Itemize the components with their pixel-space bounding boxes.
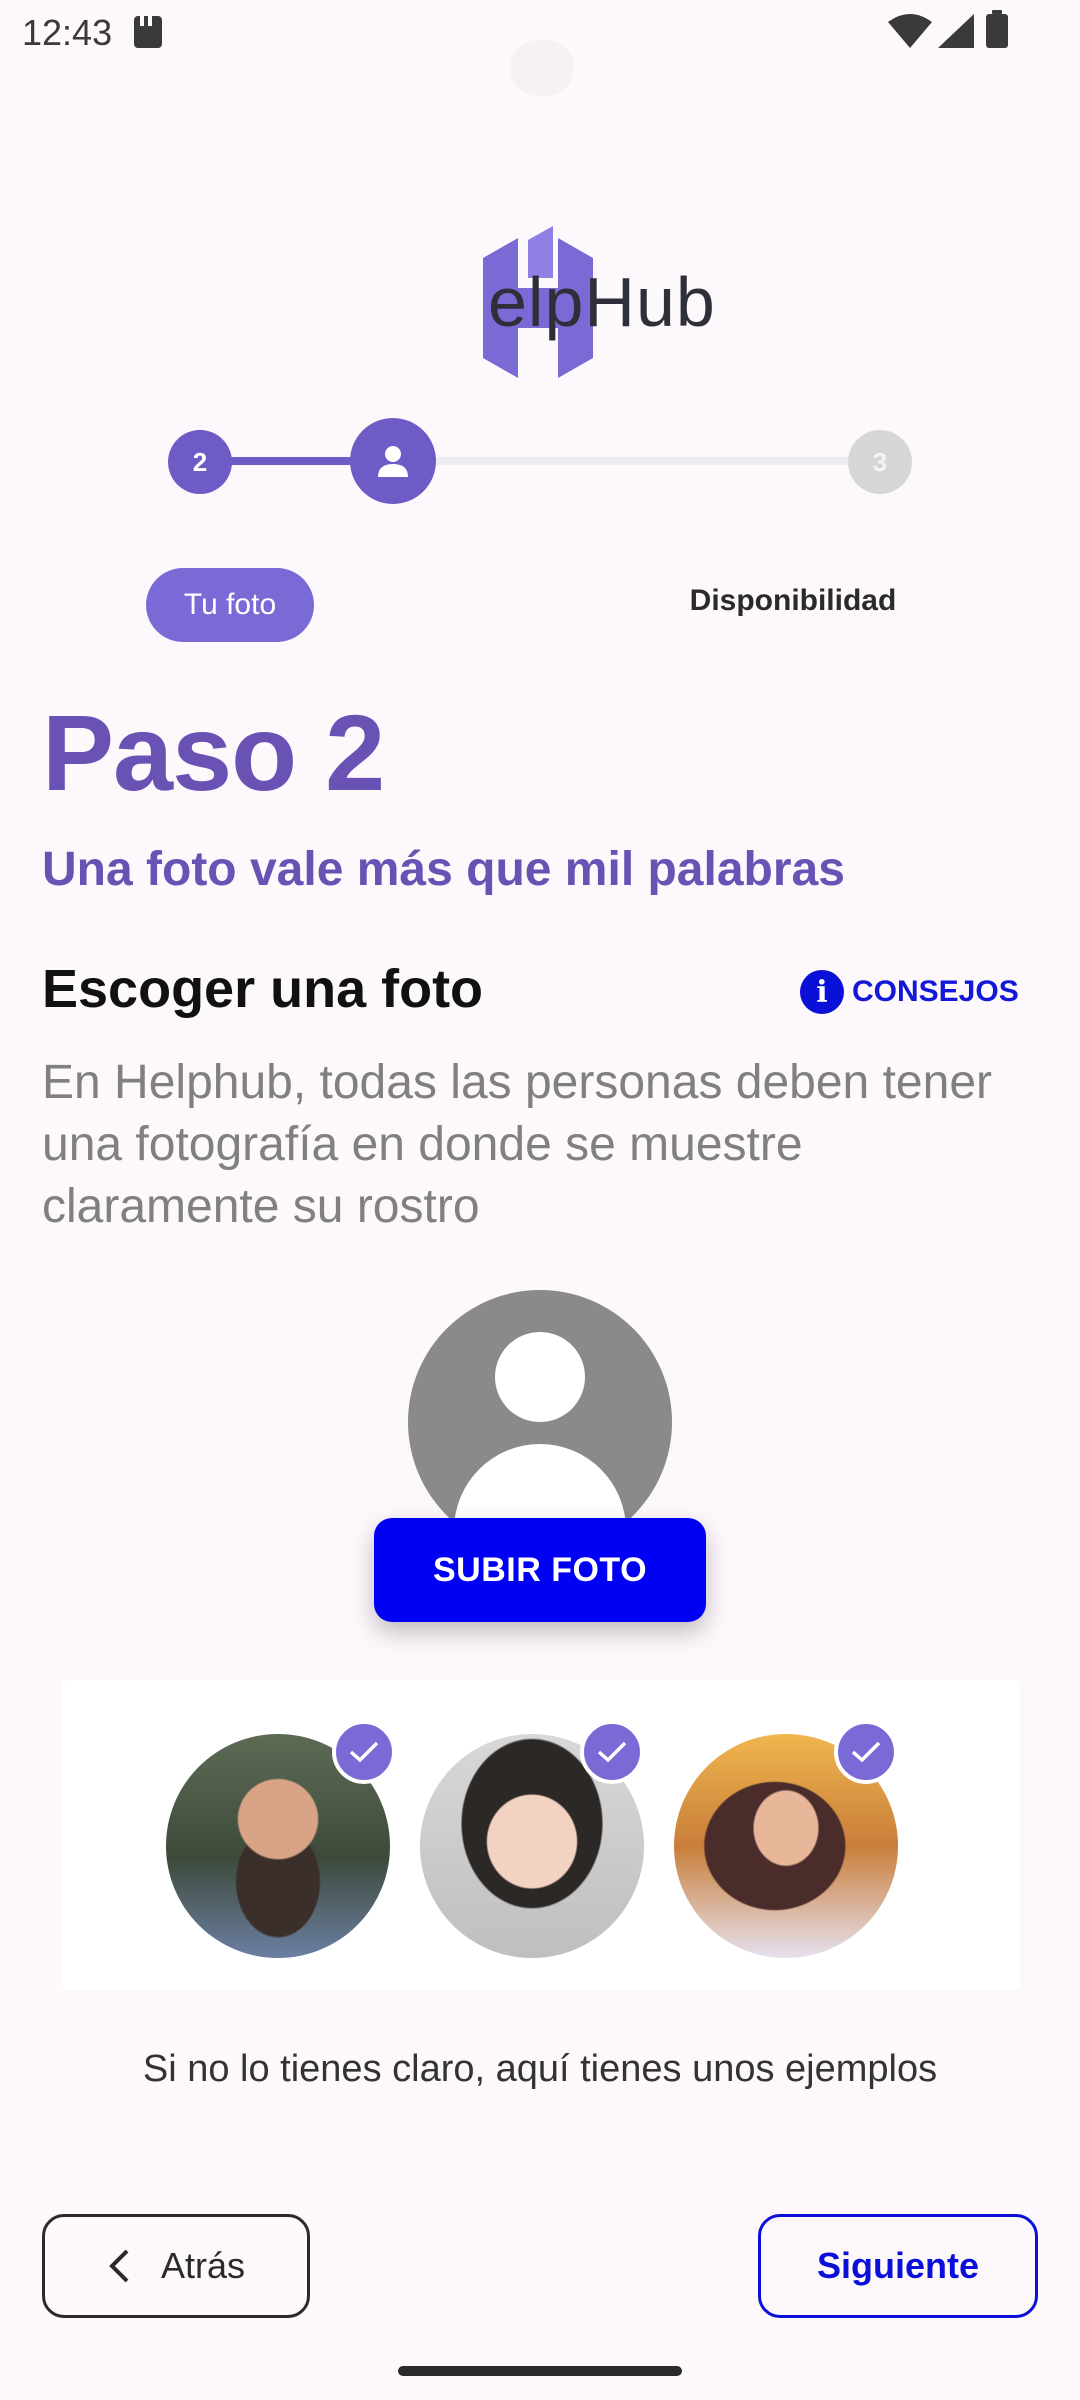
check-icon <box>332 1720 396 1784</box>
examples-caption: Si no lo tienes claro, aquí tienes unos … <box>142 2048 938 2090</box>
sd-card-icon <box>134 16 162 48</box>
signal-icon <box>938 14 974 48</box>
stepper-remaining-line <box>420 457 880 465</box>
person-icon <box>378 446 408 477</box>
description-text: En Helphub, todas las personas deben ten… <box>42 1056 992 1233</box>
chevron-left-icon <box>109 2249 129 2283</box>
info-icon: i <box>800 970 844 1014</box>
home-indicator[interactable] <box>398 2366 682 2376</box>
page-subtitle: Una foto vale más que mil palabras <box>42 843 845 896</box>
battery-icon <box>986 10 1008 48</box>
tips-button[interactable]: i CONSEJOS <box>800 968 1019 1016</box>
upload-photo-button[interactable]: SUBIR FOTO <box>374 1518 706 1622</box>
status-time: 12:43 <box>22 12 113 53</box>
tab-disponibilidad[interactable]: Disponibilidad <box>668 584 918 628</box>
logo-text: elpHub <box>488 263 716 341</box>
page-title: Paso 2 <box>42 692 385 813</box>
camera-cutout <box>510 40 574 96</box>
back-button[interactable]: Atrás <box>42 2214 310 2318</box>
tips-label: CONSEJOS <box>852 975 1019 1008</box>
check-icon <box>834 1720 898 1784</box>
avatar-placeholder[interactable] <box>408 1290 672 1554</box>
step-3-indicator: 3 <box>848 430 912 494</box>
next-button[interactable]: Siguiente <box>758 2214 1038 2318</box>
section-title: Escoger una foto <box>42 959 484 1019</box>
avatar-head-shape <box>495 1332 585 1422</box>
tab-tu-foto[interactable]: Tu foto <box>146 568 314 642</box>
back-button-label: Atrás <box>160 2245 246 2286</box>
check-icon <box>580 1720 644 1784</box>
wifi-icon <box>888 14 932 48</box>
step-2-indicator: 2 <box>168 430 232 494</box>
step-current-indicator <box>350 418 436 504</box>
